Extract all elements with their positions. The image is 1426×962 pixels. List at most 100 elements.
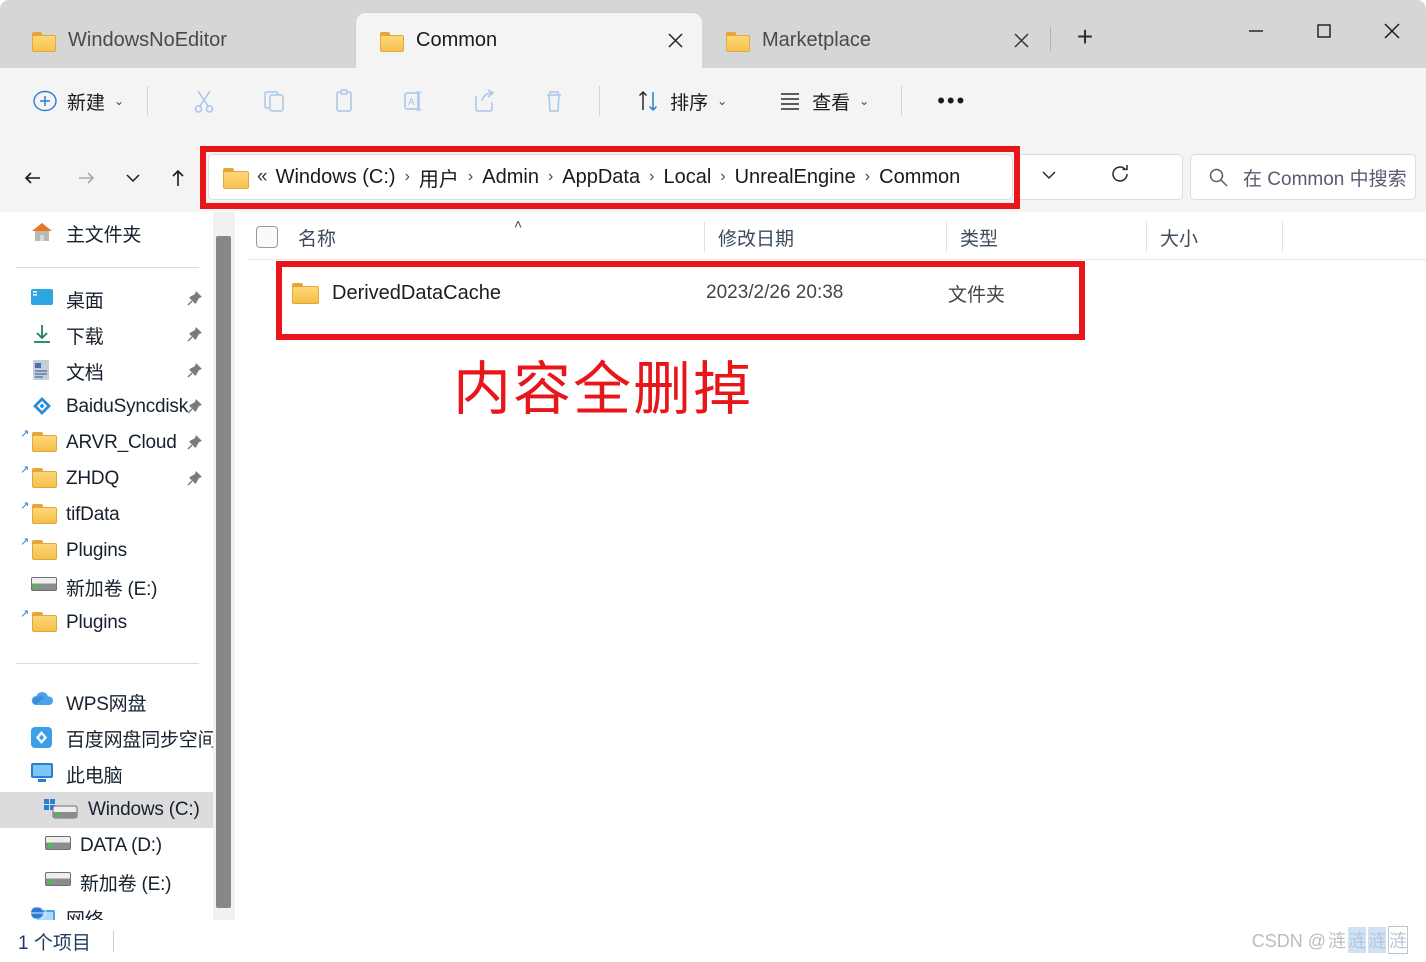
more-options-button[interactable]: ••• [927, 79, 976, 123]
breadcrumb-item-windows-c[interactable]: Windows (C:) [276, 166, 396, 189]
sort-button[interactable]: 排序 ⌄ [625, 79, 737, 123]
toolbar-divider [147, 86, 149, 116]
sidebar-scrollbar-thumb[interactable] [216, 236, 231, 908]
sidebar-item-new-volume-e-1[interactable]: 新加卷 (E:) [0, 569, 213, 605]
pin-icon[interactable] [186, 470, 204, 488]
column-header-type[interactable]: 类型 [946, 214, 1146, 260]
sidebar-item-tifdata[interactable]: ↗ tifData [0, 497, 213, 533]
view-label: 查看 [812, 92, 851, 114]
sidebar-item-plugins-1[interactable]: ↗ Plugins [0, 533, 213, 569]
baidu-netdisk-glyph [31, 727, 52, 748]
up-button[interactable] [158, 158, 198, 198]
address-dropdown-button[interactable] [1013, 163, 1085, 192]
chevron-down-icon[interactable]: ⌄ [717, 94, 727, 108]
tab-strip: WindowsNoEditor close-icon Common Market… [0, 0, 1426, 68]
refresh-icon [1112, 165, 1128, 182]
window-controls [1222, 0, 1426, 62]
breadcrumb-item-unrealengine[interactable]: UnrealEngine [735, 166, 856, 189]
breadcrumb-separator[interactable]: › [405, 168, 410, 186]
new-tab-button[interactable]: + [1063, 15, 1107, 59]
delete-button[interactable] [531, 79, 577, 123]
sidebar-item-label: DATA (D:) [80, 835, 162, 856]
copy-button[interactable] [251, 79, 297, 123]
breadcrumb-separator[interactable]: › [649, 168, 654, 186]
search-input[interactable]: 在 Common 中搜索 [1190, 154, 1416, 200]
sidebar-item-this-pc[interactable]: 此电脑 [0, 756, 213, 792]
rename-button[interactable]: A [391, 79, 437, 123]
recent-locations-button[interactable] [113, 158, 153, 198]
drive-icon [30, 575, 56, 599]
sidebar-item-label: 此电脑 [66, 765, 123, 787]
desktop-glyph [31, 289, 53, 305]
breadcrumb-separator[interactable]: › [865, 168, 870, 186]
maximize-icon [1317, 24, 1331, 38]
close-icon[interactable] [1008, 28, 1034, 54]
breadcrumb-separator[interactable]: › [548, 168, 553, 186]
pin-icon[interactable] [186, 434, 204, 452]
sidebar-item-desktop[interactable]: 桌面 [0, 281, 213, 317]
tab-common[interactable]: Common [356, 13, 702, 68]
breadcrumb-item-common[interactable]: Common [879, 166, 960, 189]
command-bar: 新建 ⌄ A 排序 ⌄ 查看 ⌄ ••• [0, 68, 1426, 134]
sidebar-item-wps-cloud[interactable]: WPS网盘 [0, 684, 213, 720]
refresh-button[interactable] [1085, 162, 1155, 192]
chevron-down-icon[interactable]: ⌄ [859, 94, 869, 108]
maximize-button[interactable] [1290, 0, 1358, 62]
shortcut-arrow-icon: ↗ [20, 500, 30, 512]
sidebar-item-arvr-cloud[interactable]: ↗ ARVR_Cloud [0, 425, 213, 461]
address-bar-breadcrumb[interactable]: « Windows (C:) › 用户 › Admin › AppData › … [208, 154, 1013, 200]
close-icon[interactable]: close-icon [316, 28, 342, 54]
sidebar-item-windows-c[interactable]: Windows (C:) [0, 792, 213, 828]
breadcrumb-overflow[interactable]: « [257, 166, 268, 188]
table-row[interactable]: DerivedDataCache 2023/2/26 20:38 文件夹 [248, 271, 1426, 315]
pin-glyph [187, 291, 202, 306]
column-divider[interactable] [1282, 222, 1283, 252]
folder-shortcut-icon: ↗ [20, 501, 56, 527]
column-header-name[interactable]: 名称 ˄ [284, 214, 708, 260]
cut-button[interactable] [181, 79, 227, 123]
share-button[interactable] [461, 79, 507, 123]
breadcrumb-item-admin[interactable]: Admin [482, 166, 539, 189]
back-button[interactable] [13, 158, 53, 198]
tab-windowsnoeditor[interactable]: WindowsNoEditor close-icon [8, 13, 356, 68]
folder-icon [223, 167, 249, 189]
pin-icon[interactable] [186, 290, 204, 308]
breadcrumb-separator[interactable]: › [468, 168, 473, 186]
chevron-down-icon[interactable]: ⌄ [114, 94, 124, 108]
view-button[interactable]: 查看 ⌄ [767, 79, 879, 123]
search-placeholder: 在 Common 中搜索 [1243, 168, 1407, 190]
copy-icon [264, 91, 284, 112]
pin-glyph [187, 435, 202, 450]
watermark-name-4: 涟 [1388, 926, 1408, 954]
watermark-name-1: 涟 [1328, 931, 1346, 951]
column-header-label: 大小 [1160, 228, 1199, 250]
watermark-name-2: 涟 [1348, 927, 1366, 953]
column-header-size[interactable]: 大小 [1146, 214, 1282, 260]
watermark-name-3: 涟 [1368, 927, 1386, 953]
breadcrumb-item-local[interactable]: Local [663, 166, 711, 189]
close-button[interactable] [1358, 0, 1426, 62]
close-icon[interactable] [662, 28, 688, 54]
navigation-sidebar[interactable]: 主文件夹 桌面 下载 文档 BaiduSyncdisk ↗ ARVR_Cloud… [0, 212, 213, 932]
sidebar-item-data-d[interactable]: DATA (D:) [0, 828, 213, 864]
breadcrumb-item-appdata[interactable]: AppData [562, 166, 640, 189]
sort-arrows-icon [639, 90, 658, 112]
breadcrumb-item-users[interactable]: 用户 [419, 163, 459, 192]
paste-button[interactable] [321, 79, 367, 123]
annotation-note-text: 内容全删掉 [452, 355, 753, 423]
new-button[interactable]: 新建 ⌄ [22, 79, 134, 123]
breadcrumb-separator[interactable]: › [720, 168, 725, 186]
sidebar-item-baidu-netdisk-sync[interactable]: 百度网盘同步空间 [0, 720, 213, 756]
folder-shortcut-icon: ↗ [20, 429, 56, 455]
sidebar-item-plugins-2[interactable]: ↗ Plugins [0, 605, 213, 641]
select-all-checkbox[interactable] [256, 226, 278, 248]
sidebar-item-home[interactable]: 主文件夹 [0, 212, 213, 254]
column-header-date[interactable]: 修改日期 [704, 214, 946, 260]
pin-glyph [187, 327, 202, 342]
sidebar-item-zhdq[interactable]: ↗ ZHDQ [0, 461, 213, 497]
sidebar-item-label: 主文件夹 [66, 224, 142, 246]
minimize-button[interactable] [1222, 0, 1290, 62]
sidebar-item-new-volume-e-2[interactable]: 新加卷 (E:) [0, 864, 213, 900]
forward-button[interactable] [66, 158, 106, 198]
tab-marketplace[interactable]: Marketplace [702, 13, 1048, 68]
